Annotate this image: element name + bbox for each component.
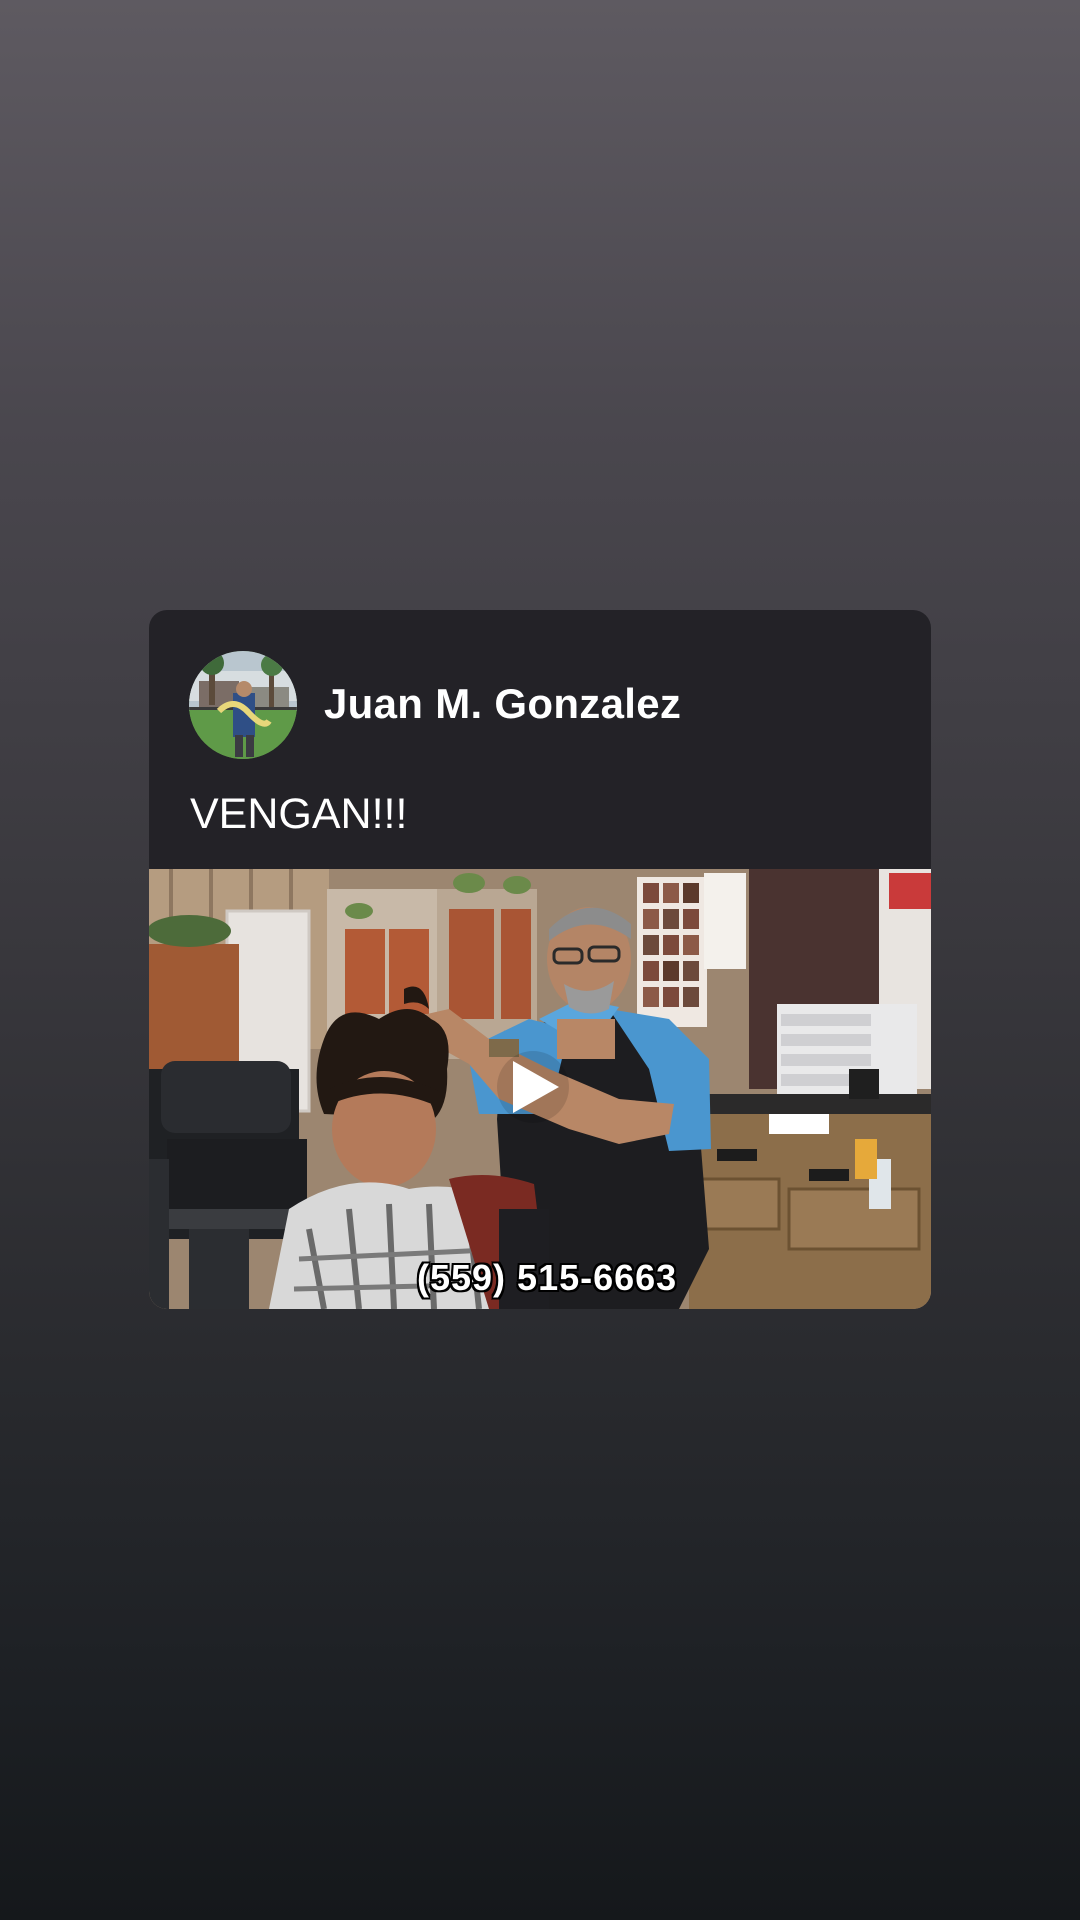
- author-avatar[interactable]: [189, 651, 297, 759]
- play-button[interactable]: [497, 1051, 569, 1123]
- post-text: VENGAN!!!: [190, 790, 408, 838]
- shared-post-card[interactable]: Juan M. Gonzalez VENGAN!!! (559) 515-666…: [149, 610, 931, 1309]
- story-screen: { "post": { "author": "Juan M. Gonzalez"…: [0, 0, 1080, 1920]
- author-name[interactable]: Juan M. Gonzalez: [324, 680, 681, 728]
- avatar-photo: [189, 651, 297, 759]
- video-caption-phone: (559) 515-6663: [417, 1257, 678, 1298]
- video-thumbnail[interactable]: (559) 515-6663: [149, 869, 931, 1309]
- play-icon: [513, 1061, 559, 1113]
